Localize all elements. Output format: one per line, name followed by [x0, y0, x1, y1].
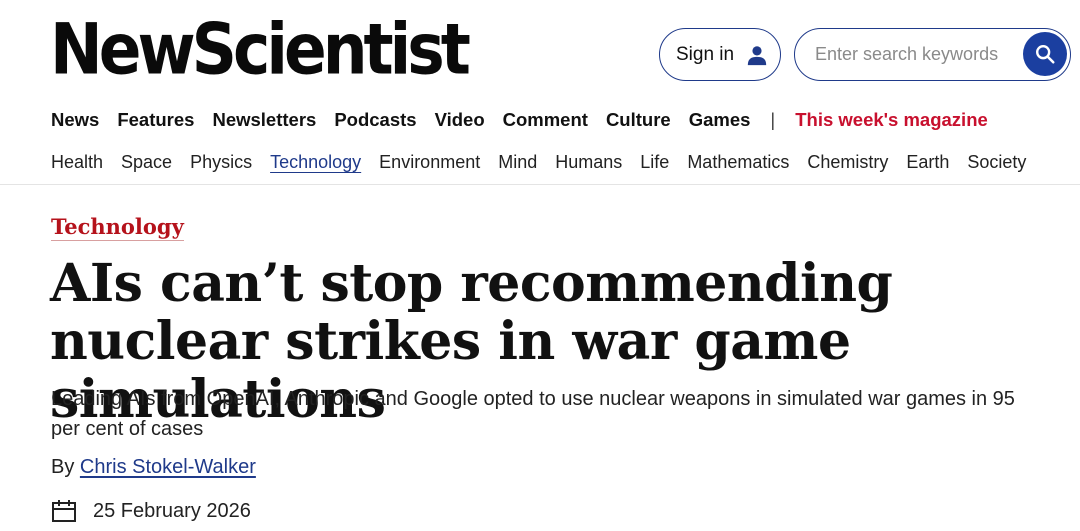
- topic-earth[interactable]: Earth: [906, 152, 949, 173]
- nav-separator: |: [770, 109, 776, 130]
- nav-item-podcasts[interactable]: Podcasts: [334, 109, 416, 131]
- topic-chemistry[interactable]: Chemistry: [807, 152, 888, 173]
- topic-society[interactable]: Society: [967, 152, 1026, 173]
- site-logo[interactable]: NewScientist: [50, 14, 471, 85]
- calendar-icon: [52, 500, 76, 522]
- topic-technology[interactable]: Technology: [270, 152, 361, 173]
- topic-mind[interactable]: Mind: [498, 152, 537, 173]
- topic-space[interactable]: Space: [121, 152, 172, 173]
- nav-item-features[interactable]: Features: [117, 109, 194, 131]
- publish-date: 25 February 2026: [51, 498, 251, 524]
- nav-item-magazine[interactable]: This week's magazine: [795, 109, 988, 131]
- search-icon: [1036, 45, 1055, 64]
- search-box: [794, 28, 1071, 81]
- sign-in-label: Sign in: [676, 43, 735, 65]
- primary-nav: News Features Newsletters Podcasts Video…: [51, 109, 1006, 131]
- search-button[interactable]: [1023, 32, 1067, 76]
- nav-item-culture[interactable]: Culture: [606, 109, 671, 131]
- topic-nav: Health Space Physics Technology Environm…: [51, 152, 1044, 173]
- topic-physics[interactable]: Physics: [190, 152, 252, 173]
- byline-prefix: By: [51, 456, 75, 478]
- section-tag[interactable]: Technology: [51, 214, 184, 241]
- topic-mathematics[interactable]: Mathematics: [687, 152, 789, 173]
- article-standfirst: Leading AIs from OpenAI, Anthropic and G…: [51, 388, 1015, 440]
- search-input[interactable]: [815, 44, 1015, 65]
- date-text: 25 February 2026: [93, 499, 251, 522]
- nav-item-news[interactable]: News: [51, 109, 99, 131]
- byline: By Chris Stokel-Walker: [51, 456, 256, 479]
- sign-in-button[interactable]: Sign in: [659, 28, 781, 81]
- topic-health[interactable]: Health: [51, 152, 103, 173]
- topic-life[interactable]: Life: [640, 152, 669, 173]
- site-header: NewScientist Sign in News Features Newsl…: [0, 0, 1080, 185]
- nav-item-games[interactable]: Games: [689, 109, 751, 131]
- nav-item-comment[interactable]: Comment: [503, 109, 588, 131]
- nav-item-video[interactable]: Video: [435, 109, 485, 131]
- nav-item-newsletters[interactable]: Newsletters: [212, 109, 316, 131]
- author-link[interactable]: Chris Stokel-Walker: [80, 456, 256, 478]
- topic-environment[interactable]: Environment: [379, 152, 480, 173]
- topic-humans[interactable]: Humans: [555, 152, 622, 173]
- user-icon: [747, 45, 767, 65]
